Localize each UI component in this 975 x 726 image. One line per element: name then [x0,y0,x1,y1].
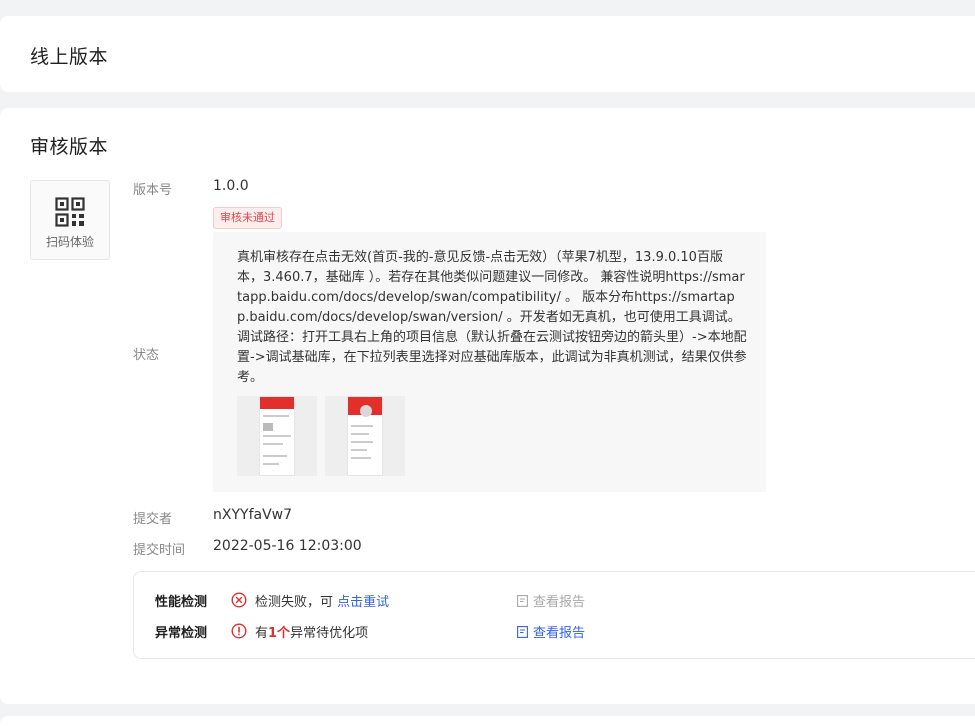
error-circle-icon [231,592,247,608]
qr-code-icon [55,197,85,227]
exception-report-link[interactable]: 查看报告 [517,622,585,641]
phone-screenshot-image [259,396,295,476]
next-section-card [0,716,975,726]
phone-screenshot-image [347,396,383,476]
screenshot-thumbnail[interactable] [237,396,317,476]
exception-text-prefix: 有 [255,626,269,641]
performance-check-status: 检测失败，可 点击重试 [255,591,389,610]
exception-check-label: 异常检测 [155,626,208,641]
version-value: 1.0.0 [213,178,249,194]
online-version-title: 线上版本 [30,46,109,68]
report-doc-icon [517,625,528,638]
exception-count: 1个 [268,626,291,641]
reject-reason-text: 真机审核存在点击无效(首页-我的-意见反馈-点击无效）（苹果7机型，13.9.0… [237,250,747,385]
exception-check-status: 有1个异常待优化项 [255,622,368,641]
version-label: 版本号 [133,183,173,198]
exception-text-suffix: 异常待优化项 [290,626,369,641]
submit-time-value: 2022-05-16 12:03:00 [213,538,362,554]
screenshot-thumbnail[interactable] [325,396,405,476]
online-version-card: 线上版本 [0,16,975,92]
scan-to-preview-label: 扫码体验 [45,235,94,249]
performance-report-label: 查看报告 [533,595,586,610]
performance-report-link[interactable]: 查看报告 [517,591,585,610]
report-doc-icon [517,594,528,607]
reject-reason-panel: 真机审核存在点击无效(首页-我的-意见反馈-点击无效）（苹果7机型，13.9.0… [213,232,766,492]
detection-panel: 性能检测 检测失败，可 点击重试 查看报告 异常检测 有1个异常待优化项 查看报… [133,571,975,659]
status-badge: 审核未通过 [213,207,282,229]
exception-report-label: 查看报告 [533,626,586,641]
performance-check-label: 性能检测 [155,595,208,610]
warning-circle-icon [231,623,247,639]
submitter-label: 提交者 [133,512,173,527]
submit-time-label: 提交时间 [133,543,186,558]
status-label: 状态 [133,348,160,363]
scan-to-preview-button[interactable]: 扫码体验 [30,180,110,260]
performance-check-text: 检测失败，可 [255,595,338,610]
review-version-title: 审核版本 [30,136,109,158]
review-version-card: 审核版本 扫码体验 版本号 1.0.0 审核未通过 状态 真机审核存在点击无效(… [0,108,975,704]
submitter-value: nXYYfaVw7 [213,507,293,523]
retry-link[interactable]: 点击重试 [337,595,389,610]
